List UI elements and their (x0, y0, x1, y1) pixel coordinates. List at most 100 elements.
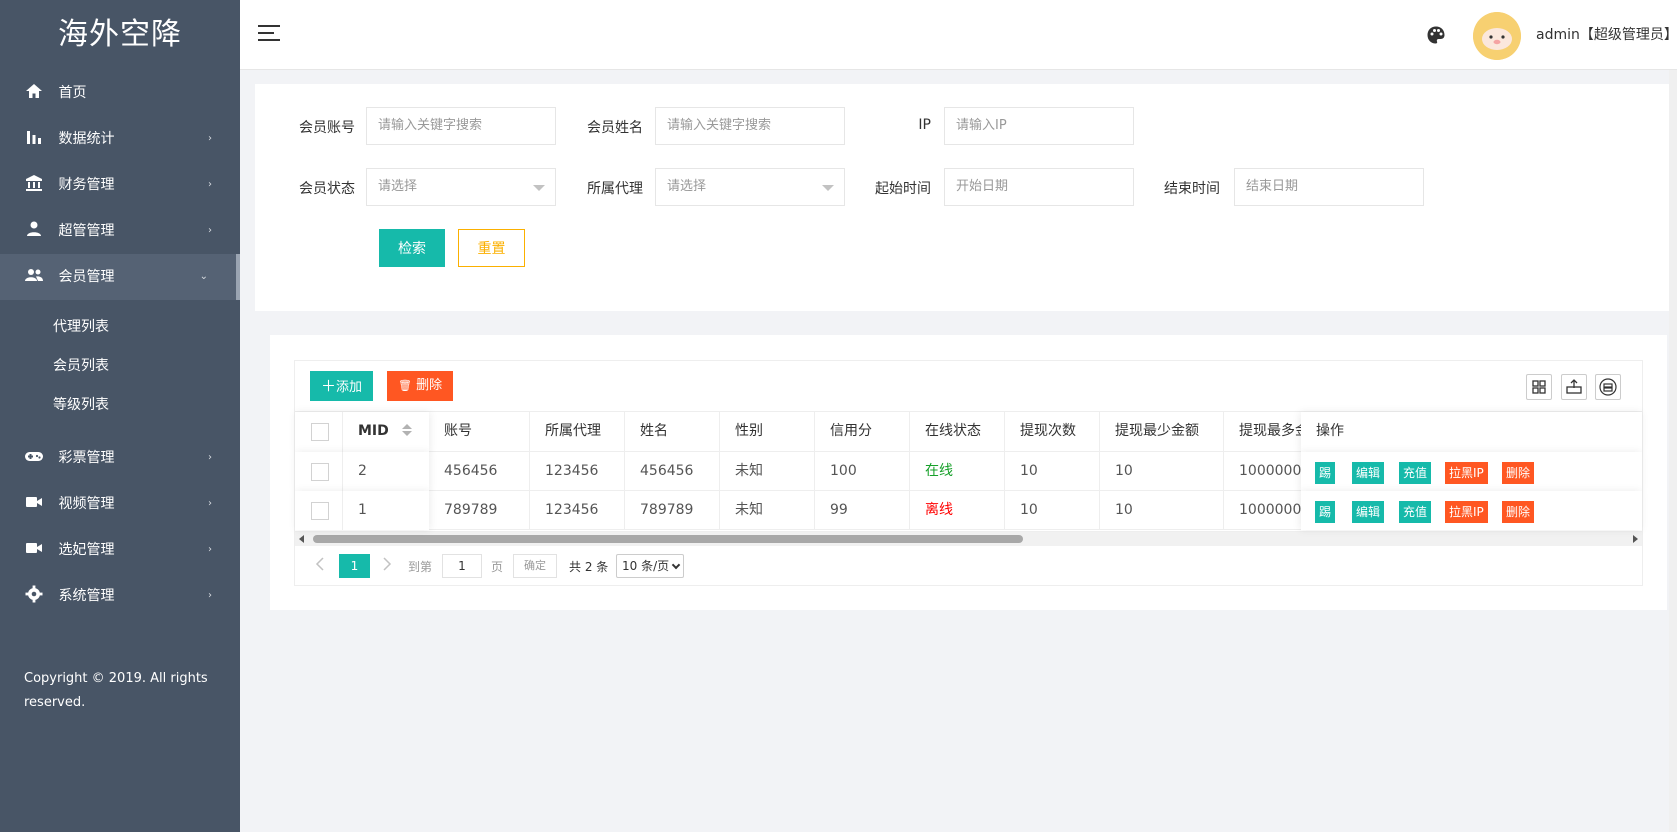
sidebar-item-superadmin[interactable]: 超管管理 › (0, 208, 240, 254)
user-name: admin【超级管理员】 (1536, 27, 1677, 43)
cell-mid: 1 (358, 502, 367, 518)
sidebar-item-finance[interactable]: 财务管理 › (0, 162, 240, 208)
delete-row-button[interactable]: 删除 (1502, 462, 1535, 484)
user-menu[interactable]: admin【超级管理员】 ▾ (1536, 24, 1677, 44)
col-header-mid[interactable]: MID (343, 412, 429, 452)
table-header-row: 账号 所属代理 姓名 性别 信用分 在线状态 提现次数 提现最少金额 提现最多金… (295, 412, 1642, 452)
goto-confirm-button[interactable]: 确定 (513, 554, 557, 578)
sidebar-item-home[interactable]: 首页 (0, 70, 240, 116)
block-ip-button[interactable]: 拉黑IP (1445, 501, 1488, 523)
edit-button[interactable]: 编辑 (1352, 462, 1385, 484)
cell-online-status: 离线 (910, 491, 1005, 529)
add-button[interactable]: ＋添加 (310, 371, 374, 401)
col-header-name: 姓名 (625, 412, 720, 451)
scroll-thumb[interactable] (313, 535, 1023, 543)
kick-button[interactable]: 踢 (1315, 501, 1336, 523)
copyright-text: Copyright © 2019. All rights reserved. (24, 671, 208, 710)
video-icon (26, 543, 42, 553)
menu-toggle-icon[interactable] (258, 25, 280, 43)
goto-label: 到第 (408, 560, 433, 574)
sidebar-item-label: 财务管理 (58, 177, 115, 193)
recharge-button[interactable]: 充值 (1399, 501, 1432, 523)
chevron-right-icon: › (208, 498, 212, 509)
batch-delete-button[interactable]: 🗑 删除 (387, 371, 454, 401)
trash-icon: 🗑 (398, 379, 412, 392)
sidebar-item-label: 彩票管理 (58, 450, 115, 466)
brand-logo[interactable]: 海外空降 (0, 0, 240, 70)
cell-withdraw-min: 10 (1100, 452, 1224, 490)
select-all-cell (295, 412, 343, 452)
end-time-label: 结束时间 (1164, 181, 1220, 197)
kick-button[interactable]: 踢 (1315, 462, 1336, 484)
name-label: 会员姓名 (587, 120, 643, 136)
delete-button-label: 删除 (416, 378, 443, 393)
page-current[interactable]: 1 (339, 554, 370, 578)
pagination: 1 到第 1 页 确定 共 2 条 10 条/页 (295, 547, 1642, 585)
search-button[interactable]: 检索 (379, 229, 445, 267)
gamepad-icon (25, 452, 43, 461)
home-icon (26, 84, 42, 98)
cell-gender: 未知 (720, 491, 815, 529)
sidebar: 海外空降 首页 数据统计 › 财务管理 › 超管管理 › 会员管理 ⌄ 代理列表… (0, 0, 240, 832)
ip-label: IP (918, 117, 931, 133)
sidebar-item-stats[interactable]: 数据统计 › (0, 116, 240, 162)
chevron-right-icon: › (208, 544, 212, 555)
chevron-left-icon[interactable] (315, 557, 325, 571)
scroll-right-icon[interactable] (1633, 535, 1638, 543)
table-row: 789789 123456 789789 未知 99 离线 10 10 1000… (295, 491, 1642, 530)
reset-button[interactable]: 重置 (458, 229, 525, 267)
ip-search-input[interactable]: 请输入IP (944, 107, 1134, 145)
bank-icon (26, 175, 42, 191)
status-select[interactable]: 请选择 (366, 168, 556, 206)
name-search-input[interactable]: 请输入关键字搜索 (655, 107, 845, 145)
mid-header-label: MID (358, 423, 389, 439)
recharge-button[interactable]: 充值 (1399, 462, 1432, 484)
sidebar-item-system[interactable]: 系统管理 › (0, 573, 240, 619)
fixed-left-cells: 2 (295, 452, 429, 491)
chevron-right-icon: › (208, 133, 212, 144)
block-ip-button[interactable]: 拉黑IP (1445, 462, 1488, 484)
plus-icon: ＋ (321, 377, 337, 395)
agent-select[interactable]: 请选择 (655, 168, 845, 206)
page-size-select[interactable]: 10 条/页 (616, 554, 684, 578)
start-date-input[interactable]: 开始日期 (944, 168, 1134, 206)
row-checkbox[interactable] (311, 502, 329, 520)
chevron-right-icon: › (208, 225, 212, 236)
top-header: admin【超级管理员】 ▾ (240, 0, 1677, 70)
goto-page-input[interactable]: 1 (442, 554, 482, 578)
page-scrollbar[interactable] (1669, 70, 1677, 832)
chevron-right-icon[interactable] (382, 557, 392, 571)
print-icon[interactable] (1595, 374, 1621, 400)
palette-icon[interactable] (1426, 25, 1446, 45)
export-icon[interactable] (1561, 374, 1587, 400)
sidebar-item-lottery[interactable]: 彩票管理 › (0, 435, 240, 481)
horizontal-scrollbar[interactable] (295, 531, 1642, 546)
sidebar-subitem-levels[interactable]: 等级列表 (0, 386, 240, 425)
cell-gender: 未知 (720, 452, 815, 490)
edit-button[interactable]: 编辑 (1352, 501, 1385, 523)
status-label: 会员状态 (299, 181, 355, 197)
avatar[interactable] (1473, 12, 1521, 60)
col-header-withdraw-min: 提现最少金额 (1100, 412, 1224, 451)
sidebar-subitem-members[interactable]: 会员列表 (0, 347, 240, 386)
sidebar-item-members[interactable]: 会员管理 ⌄ (0, 254, 240, 300)
cell-agent: 123456 (530, 491, 625, 529)
sidebar-item-label: 选妃管理 (58, 542, 115, 558)
col-header-actions: 操作 (1316, 423, 1344, 439)
end-date-input[interactable]: 结束日期 (1234, 168, 1424, 206)
sort-icon[interactable] (401, 424, 412, 436)
select-all-checkbox[interactable] (311, 423, 329, 441)
row-select-cell (295, 491, 343, 530)
sidebar-item-selection[interactable]: 选妃管理 › (0, 527, 240, 573)
page-unit-label: 页 (491, 560, 504, 574)
cell-account: 456456 (429, 452, 530, 490)
sidebar-subitem-agents[interactable]: 代理列表 (0, 308, 240, 347)
chevron-down-icon: ⌄ (199, 271, 208, 282)
sidebar-item-videos[interactable]: 视频管理 › (0, 481, 240, 527)
delete-row-button[interactable]: 删除 (1502, 501, 1535, 523)
row-checkbox[interactable] (311, 463, 329, 481)
columns-filter-icon[interactable] (1526, 374, 1552, 400)
account-search-input[interactable]: 请输入关键字搜索 (366, 107, 556, 145)
scroll-left-icon[interactable] (299, 535, 304, 543)
caret-down-icon (533, 185, 545, 191)
